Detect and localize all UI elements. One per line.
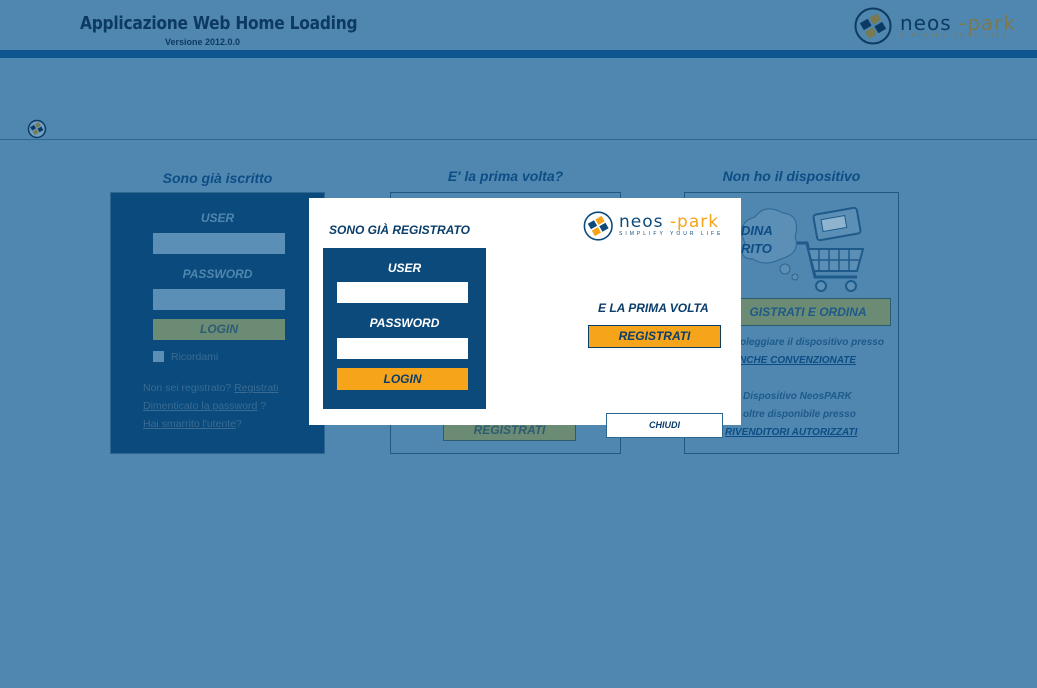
- partner-banks-link[interactable]: NCHE CONVENZIONATE: [739, 355, 856, 366]
- modal-user-input[interactable]: [337, 282, 468, 303]
- app-title: Applicazione Web Home Loading: [80, 13, 358, 34]
- modal-first-time-label: E LA PRIMA VOLTA: [598, 301, 709, 315]
- login-modal: SONO GIÀ REGISTRATO neos -park SIMPLIFY …: [309, 198, 741, 425]
- modal-title: SONO GIÀ REGISTRATO: [329, 223, 470, 237]
- modal-close-button[interactable]: CHIUDI: [606, 413, 723, 438]
- shopping-cart-icon: [797, 207, 865, 292]
- order-line-2: RITO: [741, 241, 772, 256]
- password-input[interactable]: [153, 289, 285, 310]
- modal-password-input[interactable]: [337, 338, 468, 359]
- forgot-password-link[interactable]: Dimenticato la password: [143, 400, 257, 412]
- rent-text: oleggiare il dispositivo presso: [740, 337, 884, 348]
- header-logo: neos -park SIMPLIFY YOUR LIFE: [854, 7, 1016, 45]
- neospark-logo-icon: [854, 7, 892, 45]
- register-link[interactable]: Registrati: [234, 382, 278, 394]
- password-label: PASSWORD: [182, 267, 253, 281]
- available-text: oltre disponibile presso: [743, 409, 856, 420]
- logo-word-left: neos: [900, 10, 952, 35]
- resellers-link[interactable]: RIVENDITORI AUTORIZZATI: [725, 427, 857, 438]
- modal-register-button[interactable]: REGISTRATI: [588, 325, 721, 348]
- forgot-suffix: ?: [260, 400, 267, 412]
- user-input[interactable]: [153, 233, 285, 254]
- device-text: Dispositivo NeosPARK: [743, 391, 852, 402]
- column-title-login: Sono già iscritto: [162, 170, 273, 186]
- remember-checkbox[interactable]: [153, 351, 164, 362]
- modal-password-label: PASSWORD: [369, 316, 440, 330]
- app-version: Versione 2012.0.0: [165, 37, 241, 47]
- lost-suffix: ?: [236, 418, 242, 430]
- modal-logo-word-right: park: [677, 212, 720, 232]
- logo-word-right: park: [967, 10, 1016, 35]
- not-registered-text: Non sei registrato?: [143, 382, 232, 394]
- modal-login-panel: USER PASSWORD LOGIN: [323, 248, 486, 409]
- user-label: USER: [200, 211, 235, 225]
- modal-logo-word-left: neos: [619, 212, 664, 232]
- column-title-first-time: E' la prima volta?: [447, 168, 564, 184]
- modal-user-label: USER: [387, 261, 422, 275]
- header-divider: [0, 139, 1037, 140]
- column-title-no-device: Non ho il dispositivo: [722, 168, 861, 184]
- login-panel: USER PASSWORD LOGIN Ricordami Non sei re…: [110, 192, 325, 454]
- modal-logo: neos -park SIMPLIFY YOUR LIFE: [583, 211, 723, 241]
- neospark-logo-icon: [583, 211, 613, 241]
- modal-login-button[interactable]: LOGIN: [337, 368, 468, 390]
- header-bar: [0, 50, 1037, 58]
- register-order-button[interactable]: GISTRATI E ORDINA: [725, 298, 891, 326]
- home-logo-icon[interactable]: [27, 119, 47, 139]
- lost-user-link[interactable]: Hai smarrito l'utente: [143, 418, 236, 430]
- logo-tagline: SIMPLIFY YOUR LIFE: [900, 32, 1010, 39]
- login-button[interactable]: LOGIN: [153, 319, 285, 340]
- order-line-1: DINA: [741, 223, 773, 238]
- remember-label: Ricordami: [171, 351, 219, 363]
- modal-logo-tagline: SIMPLIFY YOUR LIFE: [619, 231, 724, 237]
